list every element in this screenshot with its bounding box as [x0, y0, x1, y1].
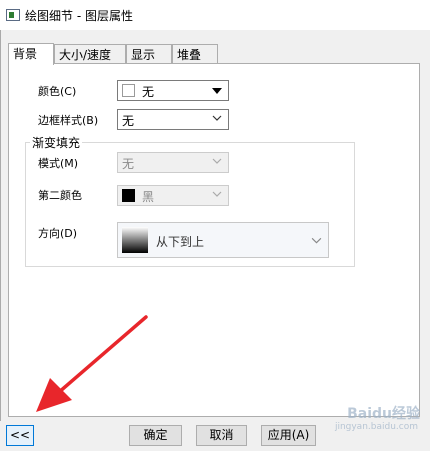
chevron-down-icon — [212, 191, 222, 197]
tab-label: 堆叠 — [177, 48, 202, 62]
cancel-button[interactable]: 取消 — [196, 425, 247, 446]
window-left-border — [0, 30, 1, 451]
tab-size-speed[interactable]: 大小/速度 — [54, 44, 126, 63]
chevron-down-icon — [212, 115, 222, 121]
color-label: 颜色(C) — [38, 85, 77, 98]
tab-background[interactable]: 背景 — [8, 43, 54, 65]
tab-stacking[interactable]: 堆叠 — [172, 44, 218, 63]
window-title: 绘图细节 - 图层属性 — [25, 9, 133, 23]
tab-label: 背景 — [13, 47, 38, 61]
color-swatch — [122, 84, 135, 97]
direction-value: 从下到上 — [156, 235, 205, 249]
tab-display[interactable]: 显示 — [126, 44, 172, 63]
gradient-preview-swatch — [122, 227, 148, 253]
dropdown-arrow-icon — [212, 88, 222, 94]
direction-dropdown[interactable]: 从下到上 — [117, 222, 329, 258]
mode-label: 模式(M) — [38, 157, 79, 170]
mode-value: 无 — [122, 157, 135, 171]
border-style-label: 边框样式(B) — [38, 114, 99, 127]
border-style-select[interactable]: 无 — [117, 109, 229, 130]
chevron-down-icon — [212, 158, 222, 164]
watermark-url: jingyan.baidu.com — [334, 422, 418, 432]
gradient-fill-group-title: 渐变填充 — [30, 134, 83, 151]
collapse-button[interactable]: << — [6, 425, 34, 446]
border-style-value: 无 — [122, 114, 135, 128]
watermark-logo: Baidu经验 — [347, 406, 420, 422]
second-color-swatch — [122, 189, 135, 202]
chevron-down-icon — [311, 237, 322, 244]
apply-button[interactable]: 应用(A) — [261, 425, 316, 446]
ok-button[interactable]: 确定 — [129, 425, 182, 446]
tab-label: 大小/速度 — [59, 48, 112, 62]
mode-select[interactable]: 无 — [117, 152, 229, 173]
color-value: 无 — [142, 85, 155, 99]
color-dropdown[interactable]: 无 — [117, 80, 229, 101]
app-icon — [6, 9, 20, 21]
direction-label: 方向(D) — [38, 227, 78, 240]
second-color-value: 黑 — [142, 190, 155, 204]
tab-label: 显示 — [131, 48, 156, 62]
title-bar: 绘图细节 - 图层属性 — [0, 0, 430, 30]
second-color-dropdown[interactable]: 黑 — [117, 185, 229, 206]
second-color-label: 第二颜色 — [38, 189, 82, 202]
